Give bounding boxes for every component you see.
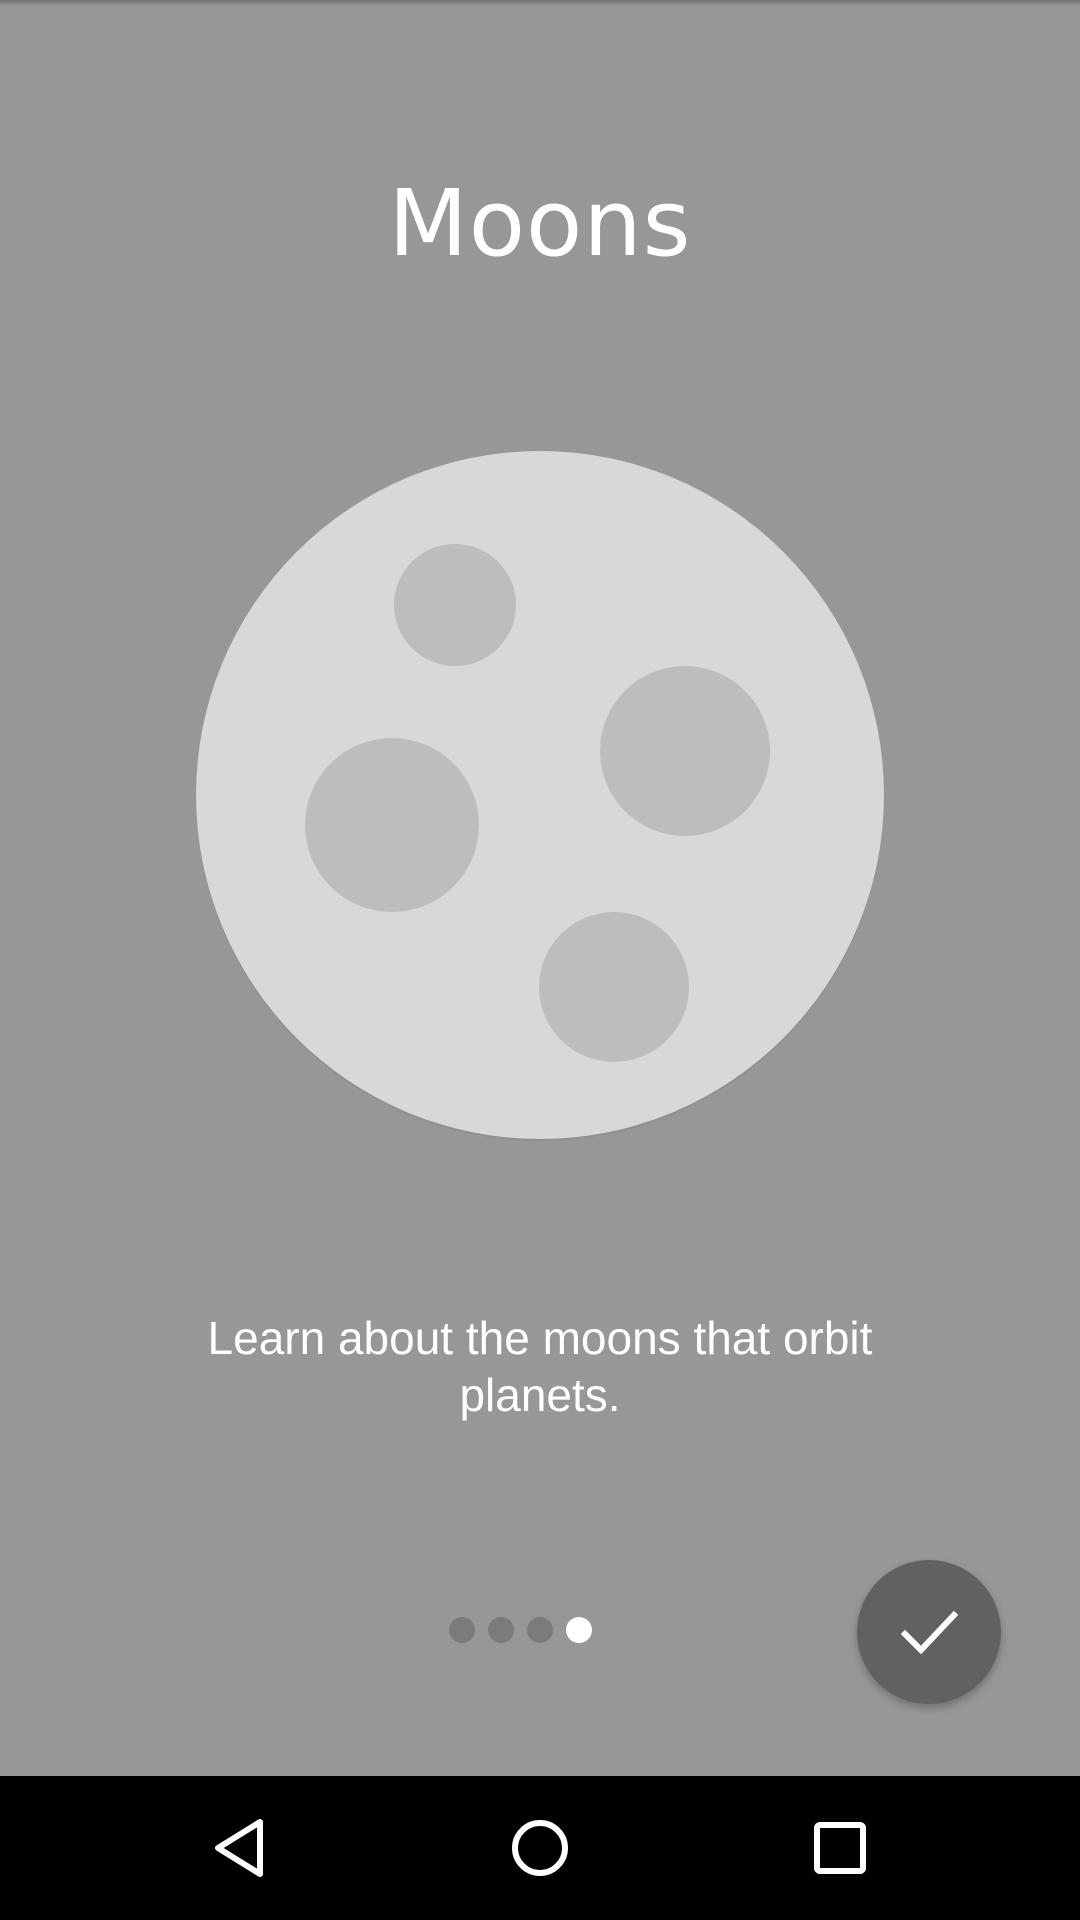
back-triangle-icon xyxy=(215,1819,263,1877)
status-bar-shadow xyxy=(0,0,1080,6)
check-icon xyxy=(900,1610,959,1655)
crater-4 xyxy=(539,912,689,1062)
system-navigation-bar xyxy=(0,1776,1080,1920)
moon-body xyxy=(196,451,884,1139)
home-button[interactable] xyxy=(450,1776,630,1920)
page-title: Moons xyxy=(388,170,692,277)
page-dot-1[interactable] xyxy=(449,1617,475,1643)
page-indicator xyxy=(449,1617,592,1643)
home-circle-icon xyxy=(512,1820,568,1876)
onboarding-screen: Moons Learn about the moons that orbit p… xyxy=(0,0,1080,1920)
back-button[interactable] xyxy=(150,1776,330,1920)
page-dot-2[interactable] xyxy=(488,1617,514,1643)
recents-square-icon xyxy=(814,1822,866,1874)
page-dot-4-active[interactable] xyxy=(566,1617,592,1643)
recents-button[interactable] xyxy=(750,1776,930,1920)
page-dot-3[interactable] xyxy=(527,1617,553,1643)
done-button[interactable] xyxy=(857,1560,1001,1704)
crater-2 xyxy=(600,666,770,836)
crater-1 xyxy=(394,544,516,666)
moon-illustration xyxy=(196,451,884,1141)
crater-3 xyxy=(305,738,479,912)
page-description: Learn about the moons that orbit planets… xyxy=(207,1312,873,1421)
